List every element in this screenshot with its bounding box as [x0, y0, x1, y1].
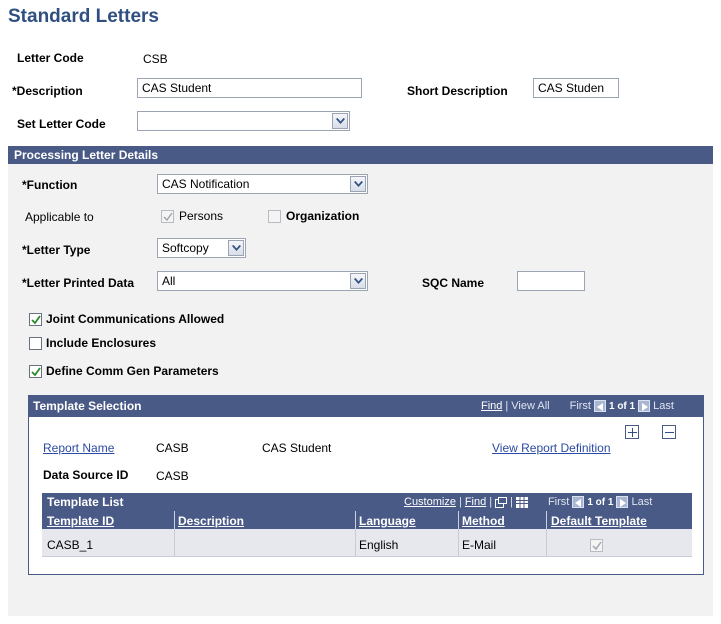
- triangle-left-icon[interactable]: [572, 496, 585, 508]
- letter-printed-data-value: All: [162, 274, 176, 288]
- column-header-description[interactable]: Description: [178, 514, 244, 528]
- function-label: *Function: [22, 178, 78, 192]
- short-description-input[interactable]: CAS Studen: [533, 78, 619, 98]
- function-select[interactable]: CAS Notification: [157, 174, 368, 194]
- organization-checkbox: [268, 209, 281, 223]
- letter-code-label: Letter Code: [17, 51, 84, 65]
- page-title: Standard Letters: [8, 6, 159, 27]
- include-enclosures-label: Include Enclosures: [46, 336, 157, 350]
- first-label: First: [569, 400, 591, 412]
- plus-icon[interactable]: [625, 425, 639, 439]
- last-label: Last: [631, 496, 653, 508]
- cell-method: E-Mail: [462, 538, 497, 552]
- data-source-id-value: CASB: [156, 469, 189, 483]
- joint-communications-label: Joint Communications Allowed: [46, 312, 225, 326]
- first-label: First: [547, 496, 570, 508]
- chevron-down-icon[interactable]: [350, 273, 366, 289]
- sqc-name-label: SQC Name: [422, 276, 485, 290]
- find-link[interactable]: Find: [465, 496, 486, 508]
- joint-communications-option[interactable]: Joint Communications Allowed: [29, 312, 224, 326]
- applicable-to-label: Applicable to: [25, 210, 94, 224]
- letter-type-label: *Letter Type: [22, 243, 91, 257]
- pager-count: 1 of 1: [608, 400, 636, 412]
- view-report-definition-link[interactable]: View Report Definition: [492, 441, 611, 455]
- persons-option: Persons: [161, 209, 223, 223]
- define-comm-gen-label: Define Comm Gen Parameters: [46, 364, 219, 378]
- grid-download-icon[interactable]: [515, 496, 528, 508]
- template-selection-title: Template Selection: [33, 399, 142, 413]
- last-label: Last: [653, 400, 674, 412]
- cell-language: English: [359, 538, 399, 552]
- organization-option: Organization: [268, 209, 359, 223]
- data-source-id-label: Data Source ID: [43, 468, 129, 482]
- letter-type-value: Softcopy: [162, 241, 209, 255]
- set-letter-code-select[interactable]: [137, 111, 350, 131]
- triangle-right-icon[interactable]: [616, 496, 629, 508]
- organization-label: Organization: [286, 209, 360, 223]
- description-input[interactable]: CAS Student: [137, 78, 362, 98]
- chevron-down-icon[interactable]: [350, 176, 366, 192]
- template-list-nav: Customize | Find | | First 1 of 1 Last: [404, 496, 653, 508]
- chevron-down-icon[interactable]: [228, 240, 244, 256]
- pager-count: 1 of 1: [587, 496, 614, 508]
- letter-type-select[interactable]: Softcopy: [157, 238, 246, 258]
- persons-label: Persons: [179, 209, 224, 223]
- letter-code-value: CSB: [143, 52, 168, 66]
- report-name-value: CASB: [156, 441, 189, 455]
- template-list-title: Template List: [47, 495, 124, 509]
- customize-link[interactable]: Customize: [404, 496, 456, 508]
- include-enclosures-option[interactable]: Include Enclosures: [29, 336, 156, 350]
- sqc-name-input[interactable]: [517, 271, 585, 291]
- define-comm-gen-checkbox[interactable]: [29, 364, 42, 378]
- processing-letter-details-header: Processing Letter Details: [8, 146, 713, 164]
- persons-checkbox: [161, 209, 174, 223]
- joint-communications-checkbox[interactable]: [29, 312, 42, 326]
- report-description: CAS Student: [262, 441, 332, 455]
- letter-printed-data-label: *Letter Printed Data: [22, 276, 135, 290]
- default-template-checkbox: [589, 539, 603, 552]
- define-comm-gen-option[interactable]: Define Comm Gen Parameters: [29, 364, 219, 378]
- description-label: *Description: [12, 84, 83, 98]
- column-header-default-template[interactable]: Default Template: [551, 514, 647, 528]
- function-value: CAS Notification: [162, 177, 250, 191]
- cell-template-id: CASB_1: [47, 538, 94, 552]
- new-window-icon[interactable]: [495, 496, 508, 508]
- template-selection-nav: Find | View All First 1 of 1 Last: [481, 400, 674, 412]
- view-all-link[interactable]: View All: [511, 400, 549, 412]
- triangle-left-icon[interactable]: [593, 400, 606, 412]
- column-header-language[interactable]: Language: [359, 514, 416, 528]
- triangle-right-icon[interactable]: [638, 400, 651, 412]
- short-description-label: Short Description: [407, 84, 508, 98]
- column-header-template-id[interactable]: Template ID: [47, 514, 114, 528]
- find-link[interactable]: Find: [481, 400, 502, 412]
- chevron-down-icon[interactable]: [332, 113, 348, 129]
- report-name-link[interactable]: Report Name: [43, 441, 114, 455]
- letter-printed-data-select[interactable]: All: [157, 271, 368, 291]
- set-letter-code-label: Set Letter Code: [17, 117, 106, 131]
- minus-icon[interactable]: [662, 425, 677, 439]
- include-enclosures-checkbox[interactable]: [29, 336, 42, 350]
- column-header-method[interactable]: Method: [462, 514, 505, 528]
